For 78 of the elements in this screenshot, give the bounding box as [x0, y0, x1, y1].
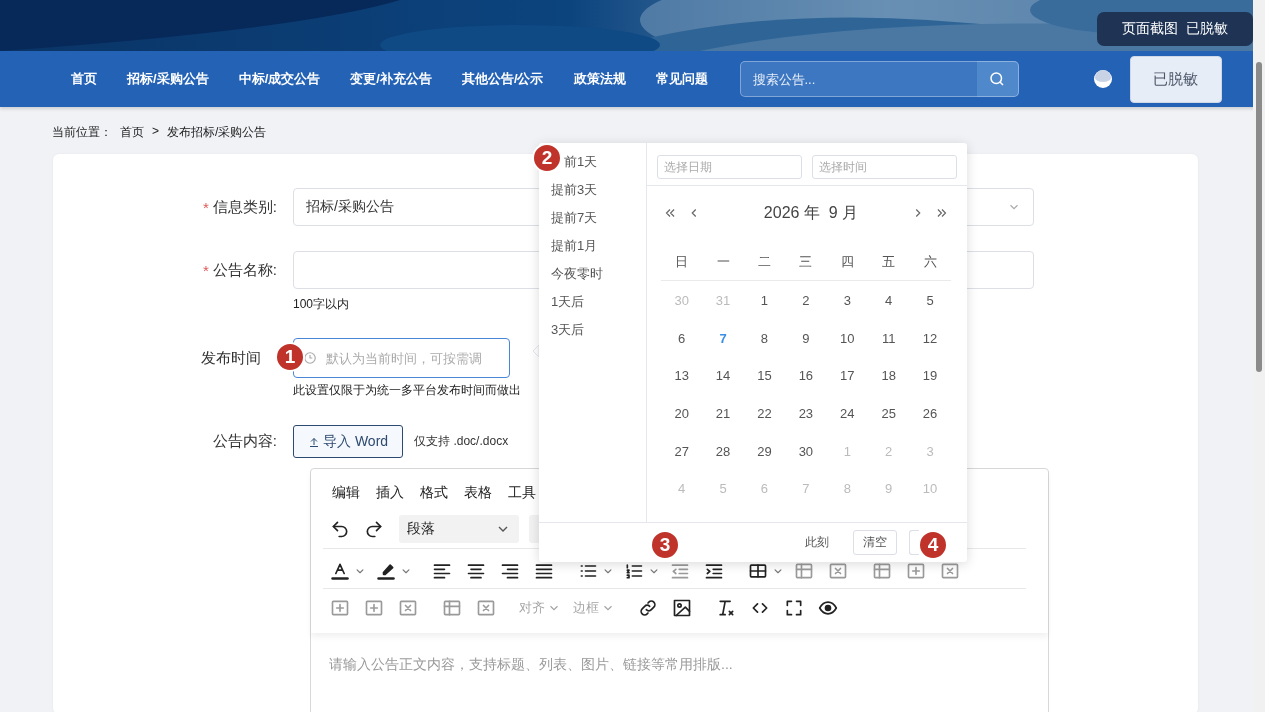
clear-button[interactable]: 清空 [853, 530, 897, 555]
now-link[interactable]: 此刻 [799, 533, 835, 552]
editor-menu-item[interactable]: 表格 [464, 484, 492, 510]
calendar-day[interactable]: 22 [743, 395, 786, 433]
shortcut-option[interactable]: 提前7天 [551, 209, 646, 229]
user-button[interactable]: 已脱敏 [1129, 55, 1222, 103]
import-button[interactable]: 导入 Word [293, 425, 404, 458]
shortcut-option[interactable]: 前1天 [564, 153, 646, 173]
breadcrumb-item: 发布招标/采购公告 [167, 124, 267, 141]
calendar-day[interactable]: 3 [826, 282, 868, 320]
calendar-day[interactable]: 13 [661, 357, 703, 396]
weekday-label: 六 [909, 244, 951, 281]
weekday-label: 二 [743, 244, 786, 281]
calendar-day[interactable]: 10 [826, 319, 868, 358]
calendar-day[interactable]: 18 [867, 357, 910, 396]
month-title: 2026 年 9 月 [762, 202, 860, 223]
weekday-label: 五 [867, 244, 910, 281]
shortcut-option[interactable]: 1天后 [551, 293, 646, 313]
date-field[interactable]: 选择日期 [657, 155, 802, 179]
calendar-day[interactable]: 14 [702, 357, 744, 396]
breadcrumb-label: 当前位置： [52, 124, 112, 141]
shortcut-option[interactable]: 今夜零时 [551, 265, 646, 285]
block-format-select[interactable]: 段落 [399, 515, 519, 543]
editor-menu-item[interactable]: 编辑 [332, 484, 360, 510]
required-mark: * [203, 198, 209, 216]
field-label: 公告内容: [212, 432, 277, 451]
shortcut-option[interactable]: 提前3天 [551, 181, 646, 201]
field-hint: 此设置仅限于为统一多平台发布时间而做出 [293, 382, 521, 399]
calendar-day[interactable]: 5 [909, 282, 951, 320]
calendar-day[interactable]: 15 [743, 357, 786, 396]
calendar-day[interactable]: 2 [785, 282, 827, 320]
nav-link[interactable]: 招标/采购公告 [127, 70, 209, 88]
calendar-day[interactable]: 11 [867, 319, 910, 358]
weekday-label: 一 [702, 244, 744, 281]
calendar-day[interactable]: 12 [909, 319, 951, 358]
calendar-day[interactable]: 4 [867, 282, 910, 320]
field-label: 发布时间 [201, 348, 261, 368]
breadcrumb-item: > [152, 124, 159, 140]
nav-link[interactable]: 政策法规 [573, 70, 626, 88]
nav-link[interactable]: 常见问题 [655, 70, 708, 88]
nav-link[interactable]: 其他公告/公示 [461, 70, 544, 88]
nav-link[interactable]: 中标/成交公告 [238, 70, 321, 88]
breadcrumb-item[interactable]: 首页 [120, 124, 144, 144]
calendar-day[interactable]: 1 [743, 282, 786, 320]
nav-link[interactable]: 变更/补充公告 [350, 70, 432, 88]
calendar-day[interactable]: 27 [661, 432, 703, 471]
editor-placeholder: 请输入公告正文内容，支持标题、列表、图片、链接等常用排版... [328, 655, 734, 674]
field-hint: 100字以内 [293, 296, 350, 313]
calendar-day[interactable]: 8 [743, 319, 786, 358]
calendar-day[interactable]: 6 [661, 319, 703, 358]
calendar-day[interactable]: 29 [743, 432, 786, 471]
editor-menu-item[interactable]: 插入 [376, 484, 404, 510]
calendar-day[interactable]: 24 [826, 395, 868, 433]
editor-menu-item[interactable]: 工具 [508, 484, 536, 510]
shortcut-option[interactable]: 提前1月 [551, 237, 646, 257]
tooltip: 页面截图 已脱敏 [1097, 12, 1253, 46]
calendar-day[interactable]: 25 [867, 395, 910, 433]
editor-menu-item[interactable]: 格式 [420, 484, 448, 510]
weekday-label: 三 [785, 244, 827, 281]
calendar-day[interactable]: 9 [785, 319, 827, 358]
calendar-day[interactable]: 21 [702, 395, 744, 433]
calendar-day[interactable]: 20 [661, 395, 703, 433]
required-mark: * [203, 261, 209, 279]
upload-note: 仅支持 .doc/.docx [414, 433, 509, 450]
calendar-day[interactable]: 28 [702, 432, 744, 471]
weekday-label: 四 [826, 244, 868, 281]
weekday-label: 日 [661, 244, 703, 281]
nav-link[interactable]: 首页 [71, 70, 97, 88]
time-field[interactable]: 选择时间 [812, 155, 957, 179]
calendar-day[interactable]: 23 [785, 395, 827, 433]
shortcut-option[interactable]: 3天后 [551, 321, 646, 341]
field-label: 信息类别: [212, 197, 277, 217]
calendar-day[interactable]: 26 [909, 395, 951, 433]
calendar-day[interactable]: 16 [785, 357, 827, 396]
calendar-day[interactable]: 19 [909, 357, 951, 396]
calendar-day[interactable]: 30 [785, 432, 827, 471]
field-label: 公告名称: [212, 260, 277, 280]
calendar-day[interactable]: 17 [826, 357, 868, 396]
